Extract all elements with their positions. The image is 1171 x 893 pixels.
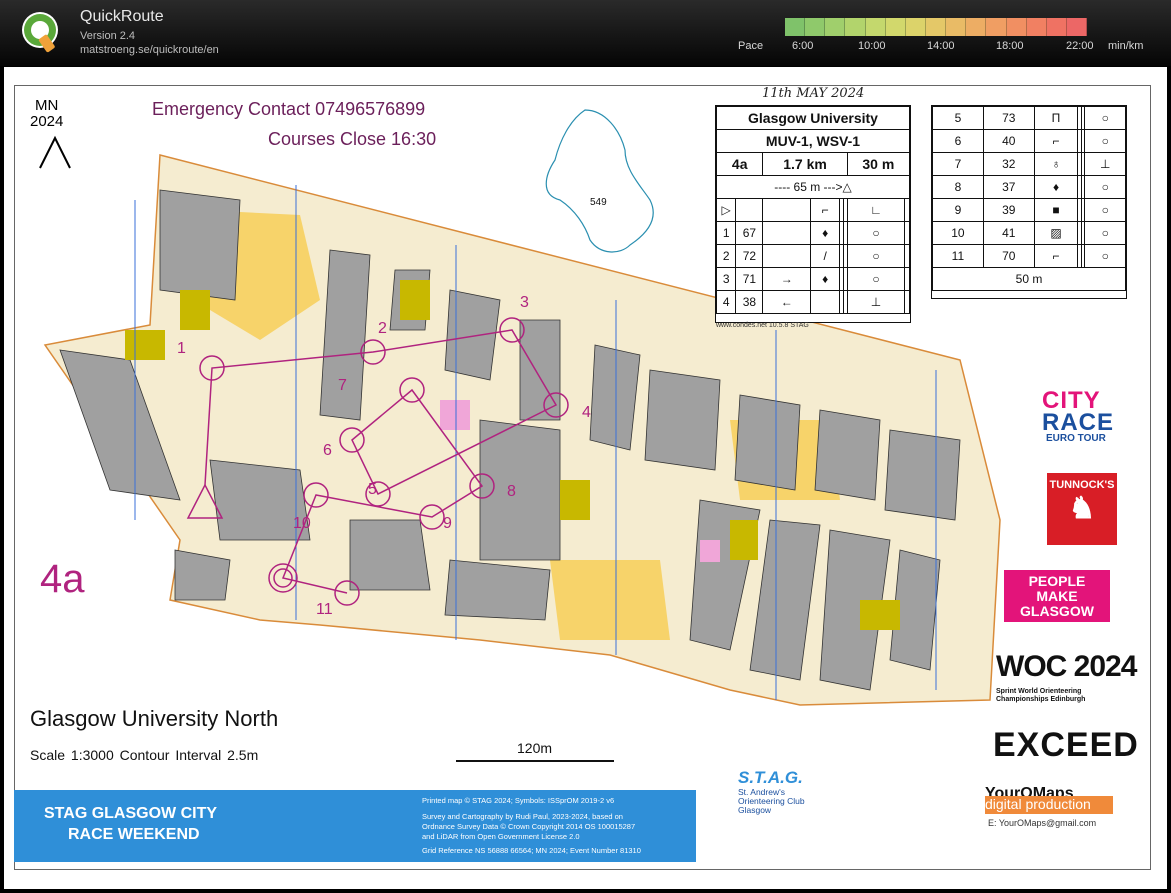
scalebar-label: 120m (517, 740, 553, 756)
scalebar (456, 760, 614, 762)
credit-line: Ordnance Survey Data © Crown Copyright 2… (422, 822, 636, 831)
control-descriptions-2: 5 73 Π ○ 6 40 ⌐ ○ 7 32 ♁ ⊥ 8 37 ♦ ○ 9 39 ■ ○ 10 41 ▨ ○ 11 7… (931, 105, 1127, 299)
north-label-line: MN (35, 97, 59, 114)
scale-info: Scale 1:3000 Contour Interval 2.5m (30, 747, 259, 763)
event-name: Glasgow University (716, 106, 910, 130)
control-code: 67 (735, 221, 764, 245)
control-code: 72 (735, 244, 764, 268)
control-number: 3 (520, 294, 529, 311)
map-title: Glasgow University North (30, 706, 279, 731)
youromaps-email: E: YourOMaps@gmail.com (988, 818, 1097, 828)
woc-subtitle: Sprint World Orienteering Championships … (996, 688, 1085, 704)
city-race-logo: CITY RACE (1042, 389, 1115, 436)
start-triangle-icon: ▷ (715, 198, 737, 222)
control-number: 5 (368, 481, 377, 498)
control-seq: 8 (932, 175, 984, 199)
stag-logo: S.T.A.G. (738, 768, 803, 787)
race-text: RACE (1042, 409, 1115, 436)
banner-subtitle: RACE WEEKEND (68, 826, 200, 843)
north-label: MN 2024 (30, 98, 63, 130)
start-note: ---- 65 m --->△ (716, 175, 910, 199)
lion-icon: ♞ (1068, 492, 1096, 525)
control-number: 8 (507, 483, 516, 500)
exceed-logo: EXCEED (993, 726, 1139, 764)
credit-line: Survey and Cartography by Rudi Paul, 202… (422, 812, 623, 821)
control-code: 32 (982, 152, 1035, 176)
control-number: 2 (378, 320, 387, 337)
control-seq: 1 (715, 221, 737, 245)
stag-sub-line: Glasgow (738, 805, 772, 815)
control-number: 7 (338, 377, 347, 394)
inset-number: 549 (590, 197, 607, 208)
course-name: 4a (40, 557, 85, 601)
scotland-inset-map-icon (545, 109, 654, 253)
control-code: 38 (735, 290, 764, 314)
descriptions-footer: www.condes.net 10.5.8 STAG (716, 322, 809, 329)
control-number: 1 (177, 340, 186, 357)
control-number: 6 (323, 442, 332, 459)
euro-tour-text: EURO TOUR (1046, 433, 1106, 444)
control-seq: 4 (715, 290, 737, 314)
open-land (550, 560, 670, 640)
north-label-year: 2024 (30, 113, 64, 130)
course-length: 1.7 km (762, 152, 848, 176)
control-descriptions-1: Glasgow University MUV-1, WSV-1 4a 1.7 k… (715, 105, 911, 323)
control-seq: 10 (932, 221, 984, 245)
course-climb: 30 m (846, 152, 911, 176)
banner-title: STAG GLASGOW CITY (44, 805, 218, 822)
woc-logo: WOC 2024 (996, 650, 1137, 683)
control-seq: 9 (932, 198, 984, 222)
woc-sub-line: Sprint World Orienteering (996, 688, 1082, 695)
control-code: 40 (982, 129, 1035, 153)
people-make-glasgow-logo: PEOPLE MAKE GLASGOW (1004, 570, 1110, 622)
emergency-contact: Emergency Contact 07496576899 (152, 99, 426, 119)
credit-line: and LiDAR from Open Government License 2… (422, 832, 580, 841)
stag-subtitle: St. Andrew's Orienteering Club Glasgow (738, 788, 805, 815)
control-number: 11 (316, 601, 333, 618)
control-code: 71 (735, 267, 764, 291)
control-seq: 3 (715, 267, 737, 291)
courses-close: Courses Close 16:30 (268, 129, 437, 149)
control-number: 4 (582, 404, 591, 421)
tunnocks-text: TUNNOCK'S (1049, 479, 1115, 491)
control-code: 41 (982, 221, 1035, 245)
control-code: 70 (982, 244, 1035, 268)
control-seq: 5 (932, 106, 984, 130)
control-code: 39 (982, 198, 1035, 222)
woc-sub-line: Championships Edinburgh (996, 696, 1086, 703)
control-seq: 6 (932, 129, 984, 153)
control-seq: 2 (715, 244, 737, 268)
credit-line: Grid Reference NS 56888 66564; MN 2024; … (422, 846, 641, 855)
control-seq: 7 (932, 152, 984, 176)
control-number: 9 (443, 515, 452, 532)
north-arrow-icon (39, 135, 71, 169)
classes: MUV-1, WSV-1 (716, 129, 910, 153)
control-code: 73 (982, 106, 1035, 130)
course-code: 4a (715, 152, 764, 176)
control-number: 10 (293, 515, 311, 532)
control-seq: 11 (932, 244, 984, 268)
credit-line: Printed map © STAG 2024; Symbols: ISSprO… (422, 796, 615, 805)
tunnocks-logo: TUNNOCK'S ♞ (1047, 473, 1117, 545)
finish-distance: 50 m (932, 267, 1126, 291)
youromaps-bar: digital production (985, 796, 1113, 814)
handwritten-date: 11th MAY 2024 (762, 86, 865, 101)
control-code: 37 (982, 175, 1035, 199)
